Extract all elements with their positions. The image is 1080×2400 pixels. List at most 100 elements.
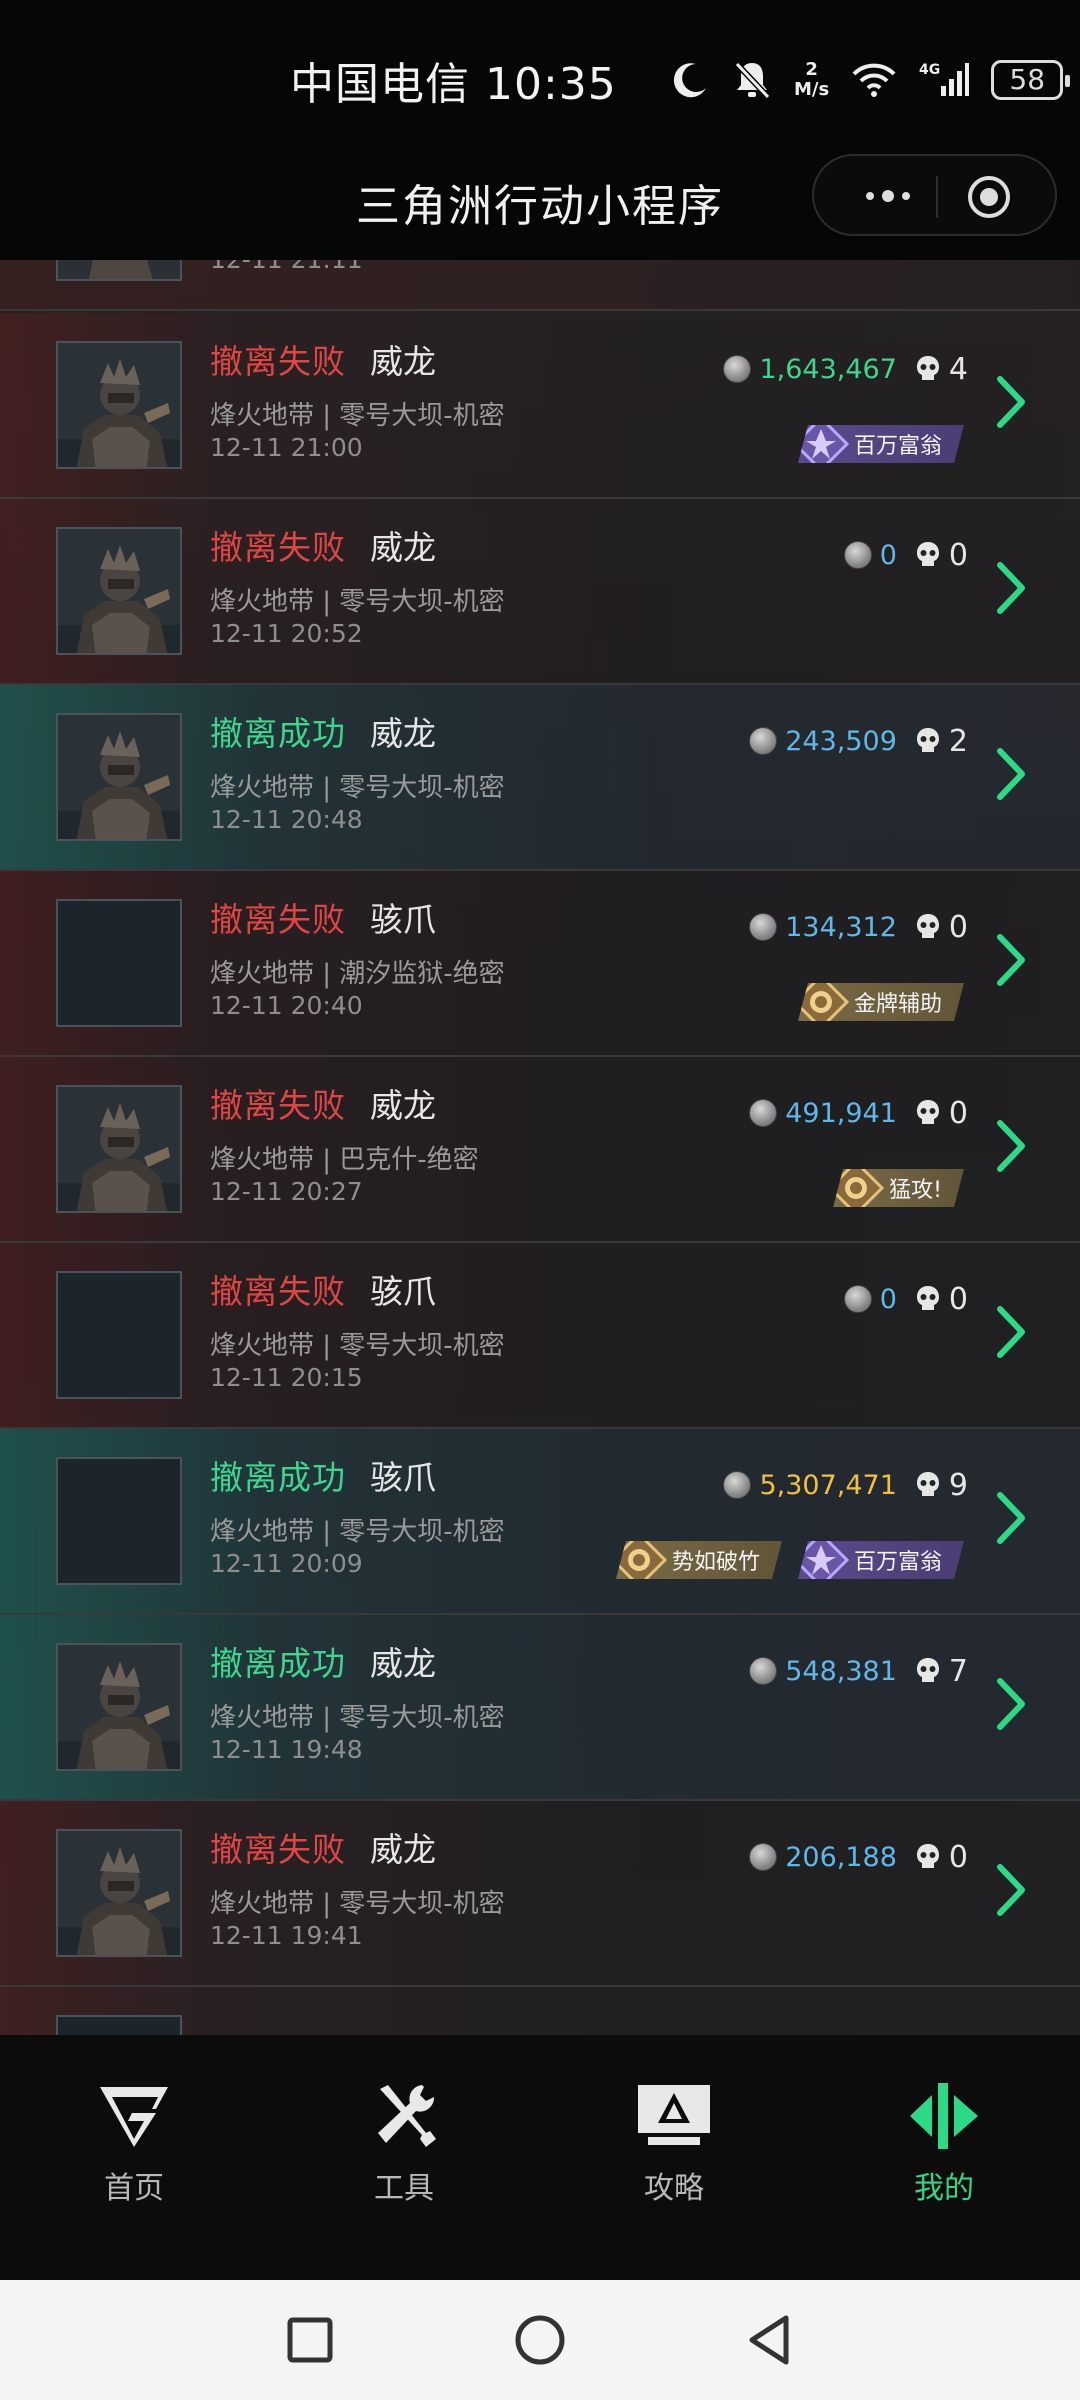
match-stats: 00 bbox=[843, 535, 968, 575]
tab-home[interactable]: 首页 bbox=[34, 2081, 234, 2207]
kill-count: 2 bbox=[948, 723, 968, 759]
chevron-right-icon[interactable] bbox=[994, 1303, 1028, 1361]
extraction-status: 撤离失败 bbox=[210, 528, 346, 567]
medal-badge-icon bbox=[610, 1531, 668, 1589]
extraction-status: 撤离失败 bbox=[210, 342, 346, 381]
game-mode-map: 烽火地带 | 零号大坝-机密 bbox=[210, 401, 505, 431]
operator-name: 威龙 bbox=[370, 1644, 436, 1683]
back-button-icon[interactable] bbox=[740, 2310, 800, 2370]
status-icons: 2 M/s 4G 58 bbox=[670, 50, 1071, 110]
chevron-right-icon[interactable] bbox=[994, 1117, 1028, 1175]
match-stats: 491,941 0 bbox=[749, 1093, 968, 1133]
coin-icon bbox=[749, 727, 778, 755]
list-item[interactable]: 撤离成功 骇爪 烽火地带 | 零号大坝-机密 12-11 20:09 5,307,471… bbox=[0, 1429, 1080, 1615]
tools-icon bbox=[378, 2085, 436, 2147]
kill-count: 0 bbox=[948, 537, 968, 573]
list-item[interactable]: 撤离成功 威龙 烽火地带 | 零号大坝-机密 12-11 19:48 548,381 7 bbox=[0, 1615, 1080, 1801]
coin-icon bbox=[843, 541, 872, 569]
match-stats: 548,381 7 bbox=[749, 1651, 968, 1691]
extraction-status: 撤离失败 bbox=[210, 1272, 346, 1311]
list-item-partial-bottom[interactable] bbox=[0, 1987, 1080, 2035]
badge-label: 势如破竹 bbox=[671, 1550, 760, 1575]
home-button-icon[interactable] bbox=[510, 2310, 570, 2370]
skull-kills-icon bbox=[916, 1472, 939, 1496]
extraction-status: 撤离成功 bbox=[210, 1458, 346, 1497]
chevron-right-icon[interactable] bbox=[994, 1489, 1028, 1547]
badge-list: 势如破竹 百万富翁 bbox=[616, 1541, 964, 1579]
match-time: 12-11 20:27 bbox=[210, 1177, 363, 1206]
badge-list: 百万富翁 bbox=[798, 425, 964, 463]
operator-avatar bbox=[56, 1829, 182, 1957]
chevron-right-icon[interactable] bbox=[994, 559, 1028, 617]
list-item[interactable]: 撤离失败 威龙 烽火地带 | 零号大坝-机密 12-11 20:52 0 0 bbox=[0, 499, 1080, 685]
skull-kills-icon bbox=[916, 914, 939, 938]
extraction-status: 撤离失败 bbox=[210, 1086, 346, 1125]
bottom-tab-bar: 首页 工具 攻略 我的 bbox=[0, 2035, 1080, 2280]
operator-avatar bbox=[56, 1271, 182, 1399]
extraction-status: 撤离失败 bbox=[210, 1830, 346, 1869]
network-speed: 2 M/s bbox=[794, 59, 830, 100]
coin-icon bbox=[749, 1657, 778, 1685]
svg-text:4G: 4G bbox=[919, 62, 940, 78]
chevron-right-icon[interactable] bbox=[994, 931, 1028, 989]
more-options-icon[interactable] bbox=[848, 174, 928, 218]
operator-avatar bbox=[56, 1457, 182, 1585]
wifi-icon bbox=[852, 63, 896, 97]
list-item[interactable]: 撤离失败 骇爪 烽火地带 | 潮汐监狱-绝密 12-11 20:40 134,312 0 金… bbox=[0, 871, 1080, 1057]
money-value: 491,941 bbox=[785, 1097, 897, 1129]
chevron-right-icon[interactable] bbox=[994, 1675, 1028, 1733]
coin-icon bbox=[749, 1843, 778, 1871]
mini-program-header: 三角洲行动小程序 bbox=[0, 150, 1080, 260]
match-time: 12-11 20:09 bbox=[210, 1549, 363, 1578]
chevron-right-icon[interactable] bbox=[994, 745, 1028, 803]
skull-kills-icon bbox=[916, 356, 939, 380]
operator-name: 威龙 bbox=[370, 1830, 436, 1869]
tab-tools[interactable]: 工具 bbox=[304, 2081, 504, 2207]
tab-guide[interactable]: 攻略 bbox=[574, 2081, 774, 2207]
bell-muted-icon bbox=[734, 61, 771, 100]
game-mode-map: 烽火地带 | 潮汐监狱-绝密 bbox=[210, 959, 505, 989]
recent-apps-icon[interactable] bbox=[280, 2310, 340, 2370]
match-time: 12-11 21:11 bbox=[210, 260, 363, 274]
list-item[interactable]: 撤离失败 威龙 烽火地带 | 零号大坝-机密 12-11 19:41 206,188 0 bbox=[0, 1801, 1080, 1987]
achievement-badge: 金牌辅助 bbox=[798, 983, 964, 1021]
achievement-badge: 势如破竹 bbox=[616, 1541, 782, 1579]
game-mode-map: 烽火地带 | 零号大坝-机密 bbox=[210, 1331, 505, 1361]
tab-profile[interactable]: 我的 bbox=[844, 2081, 1044, 2207]
skull-kills-icon bbox=[916, 1658, 939, 1682]
extraction-status: 撤离成功 bbox=[210, 1644, 346, 1683]
chevron-right-icon[interactable] bbox=[994, 373, 1028, 431]
badge-label: 百万富翁 bbox=[853, 434, 942, 459]
money-value: 548,381 bbox=[785, 1655, 897, 1687]
close-mini-program-icon[interactable] bbox=[966, 174, 1012, 220]
home-logo-icon bbox=[100, 2087, 168, 2147]
match-stats: 00 bbox=[843, 1279, 968, 1319]
medal-badge-icon bbox=[827, 1159, 885, 1217]
list-item[interactable]: 撤离失败 骇爪 烽火地带 | 零号大坝-机密 12-11 20:15 0 0 bbox=[0, 1243, 1080, 1429]
match-record-list[interactable]: 12-11 21:11 撤离失败威龙烽火地带 | 零号大坝-机密12-11 21… bbox=[0, 260, 1080, 2035]
achievement-badge: 百万富翁 bbox=[798, 1541, 964, 1579]
game-mode-map: 烽火地带 | 零号大坝-机密 bbox=[210, 773, 505, 803]
operator-avatar bbox=[56, 1085, 182, 1213]
list-item-partial-top[interactable]: 12-11 21:11 bbox=[0, 260, 1080, 311]
operator-name: 威龙 bbox=[370, 342, 436, 381]
badge-list: 猛攻! bbox=[833, 1169, 964, 1207]
skull-kills-icon bbox=[916, 1100, 939, 1124]
list-item[interactable]: 撤离成功 威龙 烽火地带 | 零号大坝-机密 12-11 20:48 243,509 2 bbox=[0, 685, 1080, 871]
list-item[interactable]: 撤离失败 威龙 烽火地带 | 巴克什-绝密 12-11 20:27 491,941 0 猛攻… bbox=[0, 1057, 1080, 1243]
operator-name: 威龙 bbox=[370, 528, 436, 567]
money-value: 134,312 bbox=[785, 911, 897, 943]
kill-count: 9 bbox=[948, 1467, 968, 1503]
capsule-menu bbox=[812, 154, 1057, 236]
badge-list: 金牌辅助 bbox=[798, 983, 964, 1021]
list-item[interactable]: 撤离失败 威龙 烽火地带 | 零号大坝-机密 12-11 21:00 1,643,467… bbox=[0, 313, 1080, 499]
cellular-signal-icon: 4G bbox=[919, 62, 970, 96]
chevron-right-icon[interactable] bbox=[994, 1861, 1028, 1919]
skull-kills-icon bbox=[916, 1844, 939, 1868]
match-stats: 134,312 0 bbox=[749, 907, 968, 947]
operator-avatar bbox=[56, 341, 182, 469]
match-time: 12-11 21:00 bbox=[210, 433, 363, 462]
match-stats: 243,509 2 bbox=[749, 721, 968, 761]
match-stats: 206,188 0 bbox=[749, 1837, 968, 1877]
kill-count: 0 bbox=[948, 1839, 968, 1875]
